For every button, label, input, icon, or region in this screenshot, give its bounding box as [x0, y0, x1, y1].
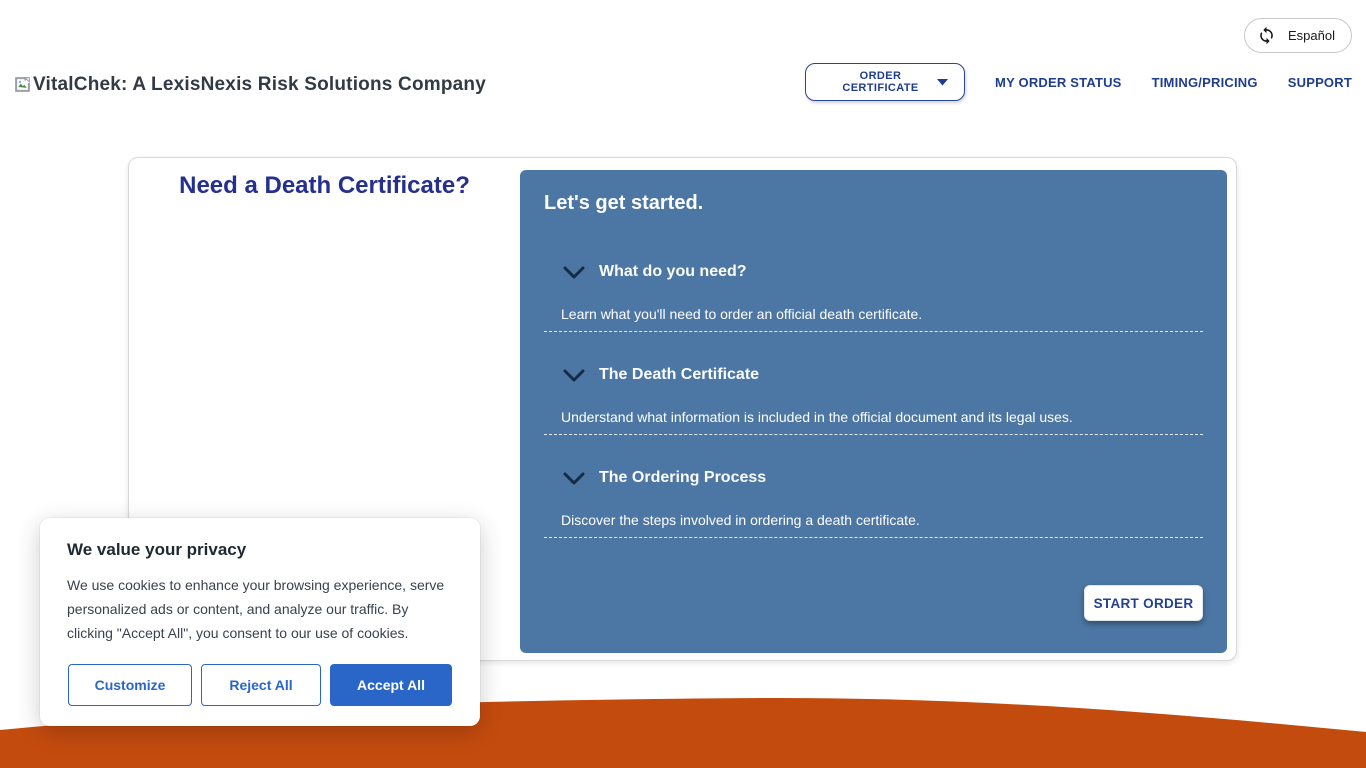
order-certificate-label: ORDER CERTIFICATE: [824, 70, 937, 94]
accordion-description: Learn what you'll need to order an offic…: [561, 306, 1203, 326]
caret-down-icon: [937, 78, 948, 86]
get-started-panel: Let's get started. What do you need? Lea…: [520, 170, 1227, 653]
cookie-title: We value your privacy: [67, 540, 452, 560]
cookie-buttons-row: Customize Reject All Accept All: [68, 664, 452, 706]
panel-title: Let's get started.: [544, 192, 1203, 220]
accordion-title: The Ordering Process: [599, 469, 766, 487]
accordion-title: The Death Certificate: [599, 366, 759, 384]
accordion-description: Discover the steps involved in ordering …: [561, 512, 1203, 532]
nav-support[interactable]: SUPPORT: [1288, 75, 1352, 90]
nav-my-order-status[interactable]: MY ORDER STATUS: [995, 75, 1122, 90]
accordion-section-death-certificate: The Death Certificate Understand what in…: [544, 364, 1203, 435]
accept-all-button[interactable]: Accept All: [330, 664, 452, 706]
site-logo[interactable]: VitalChek: A LexisNexis Risk Solutions C…: [14, 74, 486, 98]
logo-alt-text: VitalChek: A LexisNexis Risk Solutions C…: [33, 74, 486, 96]
customize-button[interactable]: Customize: [68, 664, 192, 706]
language-toggle-button[interactable]: Español: [1244, 18, 1352, 53]
cookie-message: We use cookies to enhance your browsing …: [67, 573, 453, 645]
language-label: Español: [1288, 28, 1335, 43]
chevron-down-icon: [563, 472, 585, 485]
chevron-down-icon: [563, 266, 585, 279]
accordion-title: What do you need?: [599, 263, 747, 281]
accordion-section-what-you-need: What do you need? Learn what you'll need…: [544, 261, 1203, 332]
start-order-button[interactable]: START ORDER: [1084, 585, 1203, 621]
chevron-down-icon: [563, 369, 585, 382]
cookie-consent-dialog: We value your privacy We use cookies to …: [40, 518, 480, 726]
order-certificate-dropdown[interactable]: ORDER CERTIFICATE: [805, 63, 965, 101]
main-nav: ORDER CERTIFICATE MY ORDER STATUS TIMING…: [805, 62, 1352, 102]
refresh-icon: [1257, 26, 1276, 45]
accordion-toggle-ordering-process[interactable]: The Ordering Process: [544, 467, 1203, 489]
accordion-toggle-death-certificate[interactable]: The Death Certificate: [544, 364, 1203, 386]
reject-all-button[interactable]: Reject All: [201, 664, 321, 706]
accordion-toggle-what-you-need[interactable]: What do you need?: [544, 261, 1203, 283]
page-title: Need a Death Certificate?: [129, 172, 520, 200]
nav-timing-pricing[interactable]: TIMING/PRICING: [1152, 75, 1258, 90]
accordion-section-ordering-process: The Ordering Process Discover the steps …: [544, 467, 1203, 538]
accordion-description: Understand what information is included …: [561, 409, 1203, 429]
broken-image-icon: [14, 76, 31, 98]
